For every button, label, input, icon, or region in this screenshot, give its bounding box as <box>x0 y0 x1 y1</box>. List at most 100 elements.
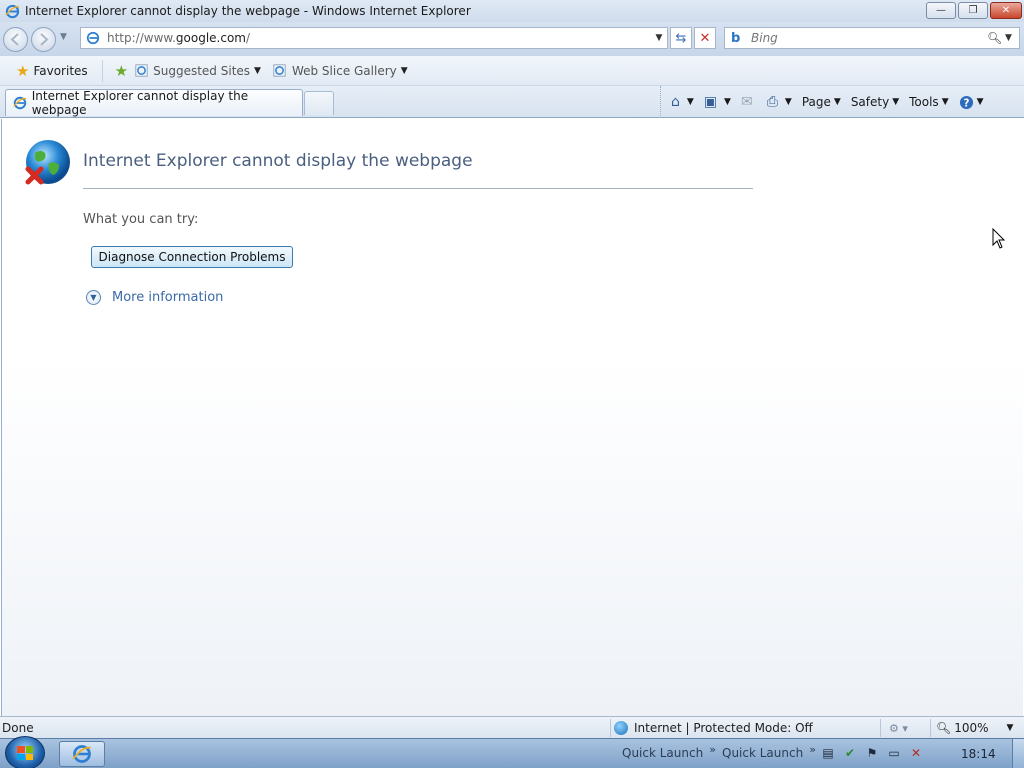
favorites-label: Favorites <box>33 63 88 78</box>
volume-icon[interactable]: ✕ <box>908 745 924 761</box>
feeds-button[interactable]: ▣ ▼ <box>704 94 731 110</box>
refresh-icon: ⇆ <box>675 30 687 46</box>
chevron-down-icon[interactable]: ▼ <box>785 97 792 107</box>
more-information-toggle[interactable]: ▼ More information <box>86 290 223 305</box>
status-text: Done <box>2 720 34 735</box>
security-zone[interactable]: Internet | Protected Mode: Off <box>610 719 813 737</box>
address-dropdown[interactable]: ▼ <box>651 33 667 43</box>
tab-bar: Internet Explorer cannot display the web… <box>0 86 1024 118</box>
quick-launch-toolbar[interactable]: Quick Launch » <box>622 743 716 760</box>
chevron-right-icon: » <box>709 743 716 756</box>
feeds-icon: ▣ <box>703 94 718 110</box>
print-button[interactable]: ⎙ ▼ <box>767 94 792 110</box>
chevron-down-icon: ▼ <box>941 97 949 107</box>
svg-text:?: ? <box>963 97 969 109</box>
web-slice-gallery-link[interactable]: Web Slice Gallery ▼ <box>273 64 408 78</box>
globe-error-icon <box>23 139 71 189</box>
quick-launch-label: Quick Launch <box>622 746 704 760</box>
chevron-down-icon: ▼ <box>254 65 261 76</box>
add-favorite-icon[interactable]: ★ <box>115 62 128 80</box>
ie-icon <box>12 95 28 111</box>
search-icon[interactable]: 🔍︎ <box>987 31 1005 45</box>
window-title: Internet Explorer cannot display the web… <box>25 4 471 18</box>
status-bar: Done Internet | Protected Mode: Off ⚙ ▾ … <box>0 716 1024 738</box>
page-title: Internet Explorer cannot display the web… <box>83 151 473 171</box>
clock[interactable]: 18:14 <box>961 747 996 761</box>
title-bar: Internet Explorer cannot display the web… <box>0 0 1024 22</box>
bing-icon: b <box>731 30 741 46</box>
address-bar[interactable]: http://www.google.com/ ▼ <box>80 27 668 49</box>
more-information-link[interactable]: More information <box>112 290 223 305</box>
document-icon[interactable]: ▤ <box>820 745 836 761</box>
network-icon[interactable]: ▭ <box>886 745 902 761</box>
system-tray: ▤ ✔ ⚑ ▭ ✕ <box>820 745 924 761</box>
ie-icon <box>72 745 91 763</box>
chevron-down-icon[interactable]: ▼ <box>724 97 731 107</box>
new-tab-button[interactable] <box>304 91 334 115</box>
stop-button[interactable]: ✕ <box>694 27 716 49</box>
cursor-icon <box>992 227 1006 253</box>
taskbar-ie-button[interactable] <box>59 741 105 767</box>
page-menu[interactable]: Page ▼ <box>802 95 841 109</box>
quick-launch-label: Quick Launch <box>722 746 804 760</box>
maximize-button[interactable]: ❐ <box>958 2 988 19</box>
page-content: Internet Explorer cannot display the web… <box>1 119 1023 716</box>
home-icon: ⌂ <box>671 94 680 110</box>
chevron-down-icon[interactable]: ▼ <box>687 97 694 107</box>
minimize-button[interactable]: — <box>926 2 956 19</box>
recent-pages-dropdown[interactable]: ▼ <box>60 32 67 42</box>
forward-button[interactable] <box>31 27 56 52</box>
security-shield-icon[interactable]: ✔ <box>842 745 858 761</box>
navigation-bar: ▼ http://www.google.com/ ▼ ⇆ ✕ b 🔍︎ ▼ <box>0 22 1024 56</box>
chevron-right-icon: » <box>809 743 816 756</box>
favorites-button[interactable]: ★ Favorites <box>16 59 103 82</box>
safety-menu[interactable]: Safety ▼ <box>851 95 899 109</box>
help-icon: ? <box>959 95 973 109</box>
suggested-sites-label: Suggested Sites <box>153 63 251 78</box>
search-box[interactable]: b 🔍︎ ▼ <box>724 27 1020 49</box>
ie-page-icon <box>134 64 148 78</box>
favorites-bar: ★ Favorites ★ Suggested Sites ▼ Web Slic… <box>0 56 1024 86</box>
ie-page-icon <box>273 64 287 78</box>
stop-icon: ✕ <box>699 30 711 46</box>
quick-launch-toolbar[interactable]: Quick Launch » <box>722 743 816 760</box>
url-text[interactable]: http://www.google.com/ <box>107 31 651 45</box>
help-button[interactable]: ? ▼ <box>959 95 984 110</box>
start-orb-icon[interactable] <box>5 736 45 768</box>
back-icon <box>10 33 19 46</box>
search-input[interactable] <box>751 31 987 45</box>
home-button[interactable]: ⌂ ▼ <box>671 94 694 110</box>
chevron-down-icon: ▼ <box>976 97 984 107</box>
suggested-sites-link[interactable]: Suggested Sites ▼ <box>134 64 261 78</box>
page-icon <box>85 30 101 46</box>
read-mail-button[interactable]: ✉ <box>741 94 757 110</box>
diagnose-connection-problems-button[interactable]: Diagnose Connection Problems <box>91 246 293 268</box>
search-options-dropdown[interactable]: ▼ <box>1005 33 1019 43</box>
chevron-down-icon: ▼ <box>892 97 900 107</box>
protected-mode-indicator[interactable]: ⚙ ▾ <box>880 719 928 737</box>
web-slice-gallery-label: Web Slice Gallery <box>291 63 397 78</box>
zoom-control[interactable]: 🔍︎ 100% ▼ <box>930 719 1013 737</box>
zoom-icon: 🔍︎ <box>936 721 952 735</box>
show-desktop-button[interactable] <box>1012 739 1024 768</box>
command-bar: ⌂ ▼ ▣ ▼ ✉ ⎙ ▼ Page ▼ Safety ▼ Tools ▼ ? ▼ <box>660 86 994 118</box>
refresh-button[interactable]: ⇆ <box>670 27 692 49</box>
tab-label: Internet Explorer cannot display the web… <box>31 89 249 117</box>
page-menu-label: Page <box>801 95 831 109</box>
tools-menu-label: Tools <box>909 95 939 109</box>
back-button[interactable] <box>3 27 28 52</box>
forward-icon <box>40 33 49 46</box>
tab-active[interactable]: Internet Explorer cannot display the web… <box>5 89 303 117</box>
chevron-down-icon[interactable]: ▼ <box>1007 723 1014 733</box>
safety-menu-label: Safety <box>850 95 890 109</box>
expand-icon[interactable]: ▼ <box>86 290 101 305</box>
zone-text: Internet | Protected Mode: Off <box>634 721 813 735</box>
tools-menu[interactable]: Tools ▼ <box>909 95 948 109</box>
chevron-down-icon: ▼ <box>833 97 841 107</box>
chevron-down-icon: ▼ <box>400 65 408 76</box>
action-center-flag-icon[interactable]: ⚑ <box>864 745 880 761</box>
internet-zone-icon <box>614 721 628 735</box>
zoom-level: 100% <box>954 721 989 735</box>
mail-icon: ✉ <box>740 94 753 110</box>
close-button[interactable]: ✕ <box>990 2 1022 19</box>
